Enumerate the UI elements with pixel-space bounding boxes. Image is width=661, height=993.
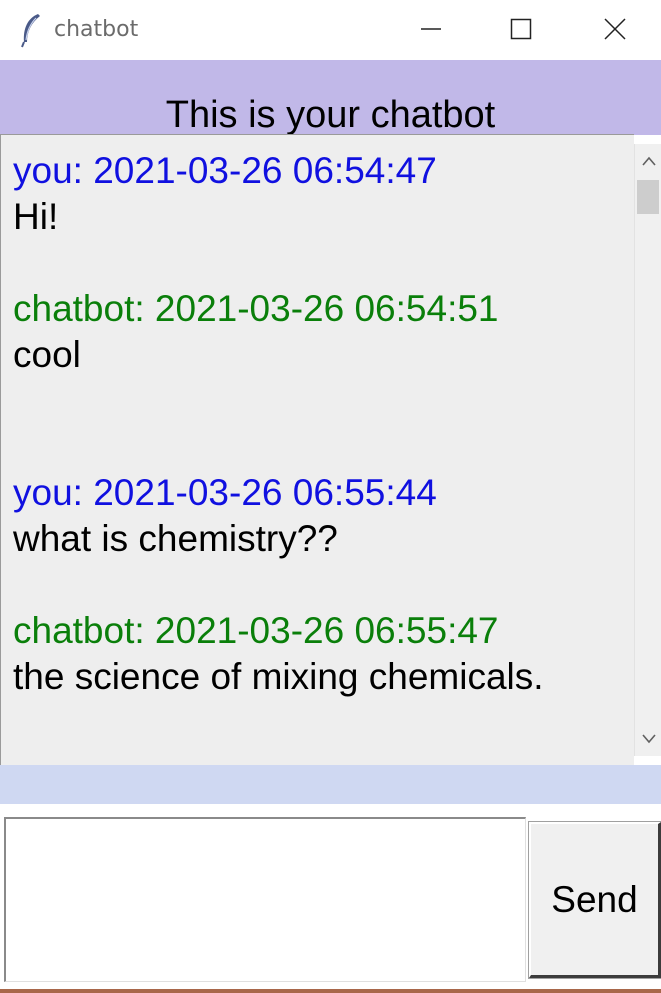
maximize-button[interactable]	[476, 0, 566, 58]
message-header: you: 2021-03-26 06:54:47	[13, 150, 437, 191]
chevron-down-icon	[641, 734, 656, 744]
message-text: Hi!	[13, 196, 59, 237]
chat-message: chatbot: 2021-03-26 06:55:47 the science…	[13, 608, 544, 700]
feather-icon	[18, 12, 44, 48]
header-banner: This is your chatbot	[0, 60, 661, 136]
window-title: chatbot	[54, 17, 139, 42]
divider-strip	[0, 765, 661, 804]
message-header: chatbot: 2021-03-26 06:54:51	[13, 288, 499, 329]
message-header: chatbot: 2021-03-26 06:55:47	[13, 610, 499, 651]
scroll-thumb[interactable]	[637, 180, 659, 214]
chat-history[interactable]: you: 2021-03-26 06:54:47 Hi! chatbot: 20…	[0, 134, 634, 765]
page-title: This is your chatbot	[165, 94, 496, 136]
chat-message: you: 2021-03-26 06:55:44 what is chemist…	[13, 470, 437, 562]
chat-message: chatbot: 2021-03-26 06:54:51 cool	[13, 286, 499, 378]
chatbot-window: chatbot This is your chatbot you: 2021-0…	[0, 0, 661, 993]
minimize-icon	[421, 28, 441, 30]
close-button[interactable]	[570, 0, 660, 58]
maximize-icon	[510, 18, 532, 40]
title-bar[interactable]: chatbot	[0, 0, 661, 60]
minimize-button[interactable]	[386, 0, 476, 58]
message-input[interactable]	[4, 817, 526, 982]
message-header: you: 2021-03-26 06:55:44	[13, 472, 437, 513]
send-button[interactable]: Send	[528, 821, 661, 979]
message-text: the science of mixing chemicals.	[13, 656, 544, 697]
scroll-down-button[interactable]	[635, 722, 661, 756]
taskbar-edge	[0, 989, 661, 993]
chevron-up-icon	[641, 156, 656, 166]
chat-scrollbar[interactable]	[634, 144, 661, 756]
message-text: what is chemistry??	[13, 518, 338, 559]
close-icon	[604, 18, 626, 40]
composer: Send	[0, 804, 661, 989]
scroll-up-button[interactable]	[635, 144, 661, 178]
message-text: cool	[13, 334, 81, 375]
chat-message: you: 2021-03-26 06:54:47 Hi!	[13, 148, 437, 240]
